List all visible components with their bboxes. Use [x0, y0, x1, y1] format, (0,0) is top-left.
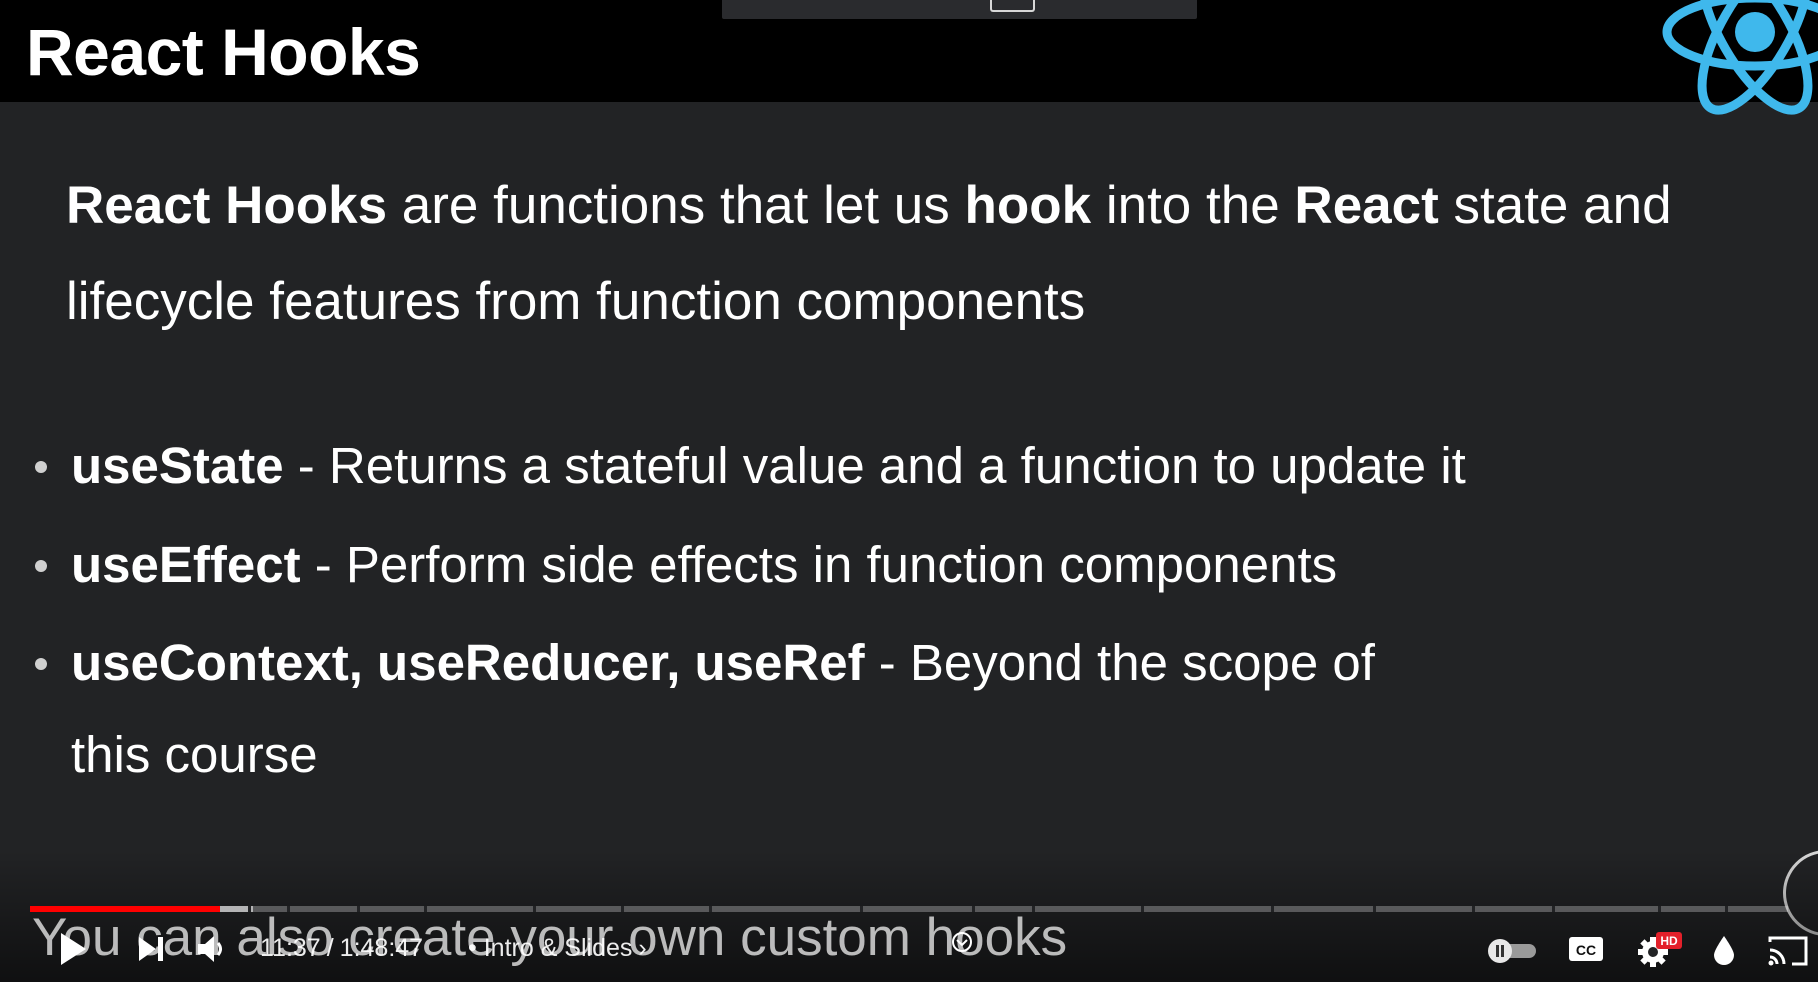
bullet-dot-icon — [35, 461, 47, 473]
slide-title: React Hooks — [26, 15, 421, 89]
current-time: 11:37 — [260, 934, 321, 962]
intro-bold-react-hooks: React Hooks — [66, 176, 388, 235]
chapter-marker — [1373, 906, 1377, 912]
player-controls: 11:37/1:48:47 • Intro & Slides › CC HD — [0, 922, 1818, 978]
bullet-useeffect: useEffect - Perform side effects in func… — [35, 519, 1491, 611]
time-separator: / — [326, 934, 334, 962]
settings-icon: HD — [1638, 932, 1682, 967]
chapter-marker — [1271, 906, 1275, 912]
chapter-marker — [1552, 906, 1556, 912]
chapter-title-button[interactable]: • Intro & Slides › — [468, 934, 647, 963]
next-icon — [139, 937, 163, 961]
bullet-term: useContext, useReducer, useRef — [71, 634, 865, 691]
bullet-other-hooks: useContext, useReducer, useRef - Beyond … — [35, 617, 1451, 801]
expand-chevron-button[interactable] — [951, 931, 973, 958]
ambient-icon — [1714, 936, 1734, 965]
react-atom-logo-icon — [1662, 0, 1818, 115]
chapter-marker — [1471, 906, 1475, 912]
chapter-chevron: › — [638, 934, 647, 962]
autoplay-toggle[interactable] — [1486, 938, 1540, 969]
video-player[interactable]: React Hooks React Hooks are functions th… — [0, 0, 1818, 982]
cast-icon — [1768, 936, 1808, 966]
duration: 1:48:47 — [339, 934, 424, 962]
intro-bold-hook: hook — [964, 176, 1092, 235]
intro-text-1: are functions that let us — [387, 176, 965, 235]
autoplay-toggle-icon — [1488, 939, 1536, 963]
bullet-text: - Returns a stateful value and a functio… — [283, 437, 1466, 494]
hd-badge: HD — [1660, 934, 1678, 948]
intro-paragraph: React Hooks are functions that let us ho… — [66, 158, 1706, 350]
cast-button[interactable] — [1766, 934, 1810, 973]
play-icon — [61, 933, 86, 965]
bullet-text: - Perform side effects in function compo… — [300, 536, 1338, 593]
chapter-title: Intro & Slides — [483, 934, 633, 962]
bullet-usestate: useState - Returns a stateful value and … — [35, 420, 1491, 512]
bullet-term: useState — [71, 437, 284, 494]
time-display: 11:37/1:48:47 — [260, 934, 423, 963]
chapter-bullet: • — [468, 934, 477, 962]
play-button[interactable] — [58, 931, 88, 972]
top-overlay-tab — [722, 0, 1197, 19]
subtitles-button[interactable]: CC — [1568, 934, 1604, 969]
bullet-dot-icon — [35, 560, 47, 572]
ambient-button[interactable] — [1711, 934, 1737, 971]
cc-icon: CC — [1569, 937, 1603, 961]
volume-icon — [198, 936, 222, 962]
intro-bold-react: React — [1294, 176, 1439, 235]
chapter-marker — [1141, 906, 1145, 912]
intro-text-2: into the — [1091, 176, 1295, 235]
top-overlay-handle-icon — [990, 0, 1035, 12]
next-button[interactable] — [136, 934, 166, 969]
chapter-marker — [1657, 906, 1661, 912]
volume-button[interactable] — [196, 934, 230, 969]
bullet-term: useEffect — [71, 536, 301, 593]
chevron-down-icon — [952, 932, 972, 952]
settings-button[interactable]: HD — [1636, 930, 1684, 975]
cc-label: CC — [1576, 942, 1596, 958]
bullet-dot-icon — [35, 658, 47, 670]
chapter-marker — [1724, 906, 1728, 912]
